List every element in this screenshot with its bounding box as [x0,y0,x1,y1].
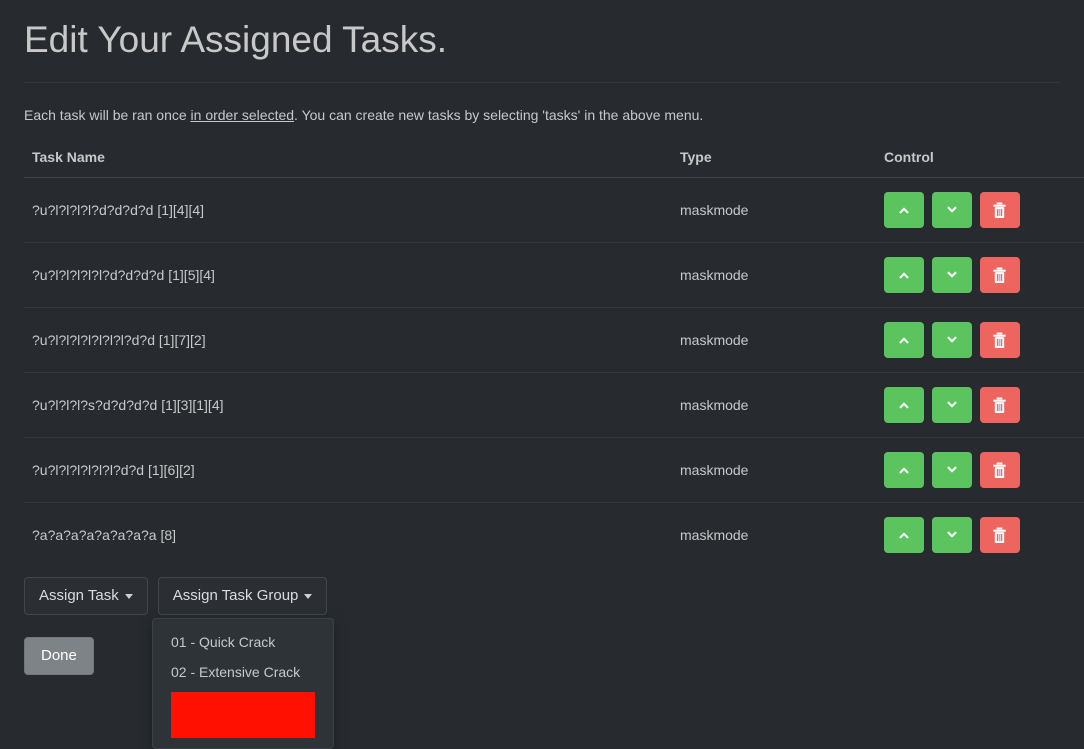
trash-icon [992,397,1007,414]
done-button[interactable]: Done [24,637,94,675]
move-up-button[interactable] [884,517,924,553]
delete-task-button[interactable] [979,387,1020,423]
trash-icon [992,267,1007,284]
page-header: Edit Your Assigned Tasks. [0,0,1084,62]
delete-task-button[interactable] [979,322,1020,358]
tasks-table-head: Task Name Type Control [24,149,1084,178]
task-name-cell: ?u?l?l?l?l?l?d?d?d?d [1][5][4] [24,242,672,308]
intro-text-emphasis: in order selected [190,107,295,123]
table-row: ?u?l?l?l?l?l?l?l?d?d [1][7][2] maskmode [24,307,1084,373]
task-control-cell [876,437,1084,503]
task-control-cell [876,372,1084,438]
task-control-cell [876,502,1084,567]
footer-actions: Assign Task Assign Task Group Done 01 - … [24,577,1060,749]
task-name-cell: ?u?l?l?l?s?d?d?d?d [1][3][1][4] [24,372,672,438]
assign-buttons-row: Assign Task Assign Task Group [24,577,1060,615]
assign-task-group-label: Assign Task Group [172,587,299,604]
chevron-up-icon [897,528,911,542]
chevron-up-icon [897,268,911,282]
menu-item-extensive-crack[interactable]: 02 - Extensive Crack [153,657,333,687]
delete-task-button[interactable] [979,192,1020,228]
table-header-row: Task Name Type Control [24,149,1084,178]
trash-icon [992,332,1007,349]
tasks-table: Task Name Type Control ?u?l?l?l?l?d?d?d?… [24,149,1084,567]
task-type-cell: maskmode [672,437,876,503]
move-down-button[interactable] [931,192,972,228]
tasks-table-body: ?u?l?l?l?l?d?d?d?d [1][4][4] maskmode ?u… [24,178,1084,567]
chevron-up-icon [897,203,911,217]
tasks-table-container: Task Name Type Control ?u?l?l?l?l?d?d?d?… [24,149,1084,567]
page-root: Edit Your Assigned Tasks. Each task will… [0,0,1084,749]
page-title: Edit Your Assigned Tasks. [24,19,448,60]
task-type-cell: maskmode [680,202,749,218]
task-type-cell: maskmode [672,502,876,567]
task-type-cell: maskmode [672,307,876,373]
task-name-cell: ?u?l?l?l?l?d?d?d?d [1][4][4] [32,202,205,218]
table-row: ?u?l?l?l?l?l?l?d?d [1][6][2] maskmode [24,437,1084,503]
caret-down-icon [124,593,133,599]
delete-task-button[interactable] [979,452,1020,488]
column-header-task-name: Task Name [24,149,672,178]
table-row: ?u?l?l?l?l?d?d?d?d [1][4][4] maskmode [24,178,1084,243]
move-down-button[interactable] [931,322,972,358]
caret-down-icon [304,593,313,599]
chevron-up-icon [897,398,911,412]
chevron-up-icon [897,463,911,477]
table-row: ?a?a?a?a?a?a?a?a [8] maskmode [24,502,1084,567]
task-control-cell [876,307,1084,373]
task-name-cell: ?u?l?l?l?l?l?l?d?d [1][6][2] [24,437,672,503]
assign-task-group-dropdown-button[interactable]: Assign Task Group [157,577,328,615]
move-up-button[interactable] [884,257,924,293]
assign-task-dropdown-button[interactable]: Assign Task [24,577,148,615]
chevron-down-icon [945,203,959,217]
move-up-button[interactable] [884,387,924,423]
move-up-button[interactable] [884,322,924,358]
table-row: ?u?l?l?l?s?d?d?d?d [1][3][1][4] maskmode [24,372,1084,438]
chevron-down-icon [945,333,959,347]
move-down-button[interactable] [931,387,972,423]
task-type-cell: maskmode [672,242,876,308]
chevron-down-icon [945,463,959,477]
task-control-cell [876,178,1084,243]
column-header-control: Control [876,149,1084,178]
header-divider [24,82,1060,83]
assign-task-group-menu: 01 - Quick Crack 02 - Extensive Crack [152,618,334,749]
task-name-cell: ?a?a?a?a?a?a?a?a [8] [24,502,672,567]
move-up-button[interactable] [884,452,924,488]
delete-task-button[interactable] [979,257,1020,293]
task-name-cell: ?u?l?l?l?l?l?l?l?d?d [1][7][2] [24,307,672,373]
intro-text-before: Each task will be ran once [24,107,191,123]
menu-item-quick-crack[interactable]: 01 - Quick Crack [153,627,333,657]
assign-task-label: Assign Task [39,587,119,604]
move-down-button[interactable] [931,452,972,488]
chevron-down-icon [945,528,959,542]
task-type-cell: maskmode [672,372,876,438]
chevron-up-icon [897,333,911,347]
chevron-down-icon [945,398,959,412]
menu-highlight-block[interactable] [171,692,315,738]
intro-text-after: . You can create new tasks by selecting … [294,107,704,123]
delete-task-button[interactable] [979,517,1020,553]
move-up-button[interactable] [884,192,924,228]
trash-icon [992,202,1007,219]
move-down-button[interactable] [931,517,972,553]
task-control-cell [876,242,1084,308]
column-header-type: Type [672,149,876,178]
trash-icon [992,462,1007,479]
table-row: ?u?l?l?l?l?l?d?d?d?d [1][5][4] maskmode [24,242,1084,308]
intro-text: Each task will be ran once in order sele… [24,105,1060,125]
trash-icon [992,527,1007,544]
chevron-down-icon [945,268,959,282]
move-down-button[interactable] [931,257,972,293]
